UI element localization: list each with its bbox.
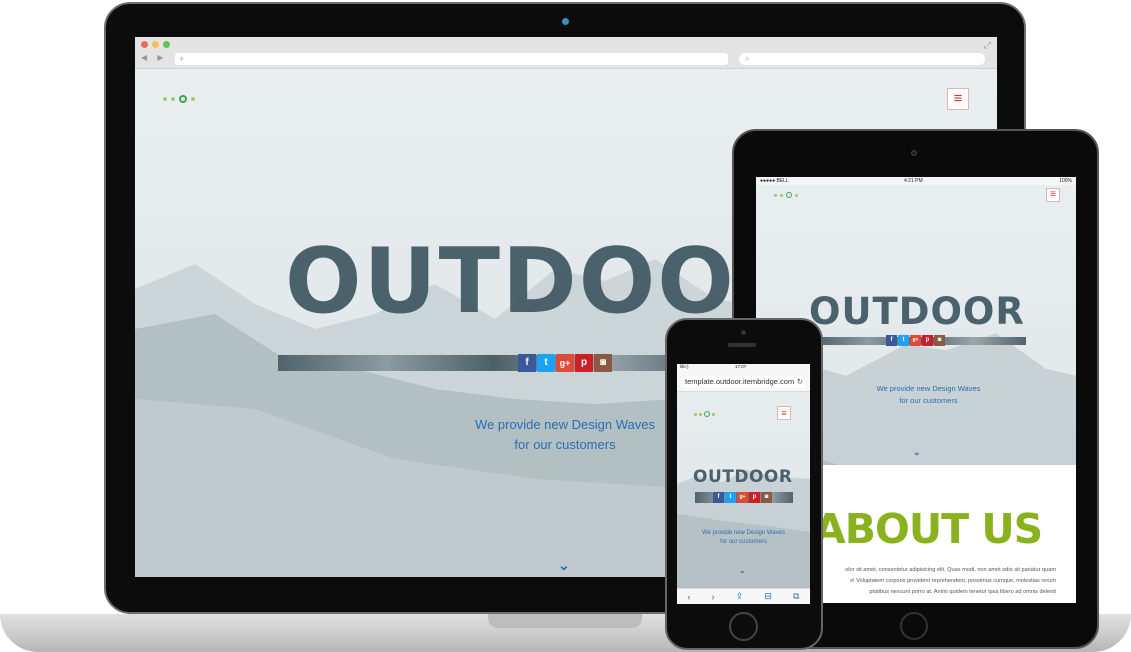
address-bar[interactable]: + (175, 53, 728, 65)
tagline-line-2: for our customers (899, 395, 958, 405)
search-icon: ⌕ (745, 54, 750, 63)
social-links: f t g+ p ◙ (713, 492, 772, 503)
carrier-label: ●●●●● BELL (760, 178, 789, 184)
bookmarks-icon[interactable]: ⊟ (764, 591, 772, 602)
phone-camera (741, 330, 746, 335)
tagline: We provide new Design Waves for our cust… (435, 415, 695, 455)
pinterest-icon[interactable]: p (749, 492, 760, 503)
phone-browser-toolbar: ‹ › ⇪ ⊟ ⧉ (677, 588, 810, 604)
google-plus-icon[interactable]: g+ (910, 335, 921, 346)
instagram-icon[interactable]: ◙ (934, 335, 945, 346)
close-window-button[interactable] (141, 41, 148, 48)
social-links: f t g+ p ◙ (518, 354, 612, 372)
menu-button[interactable]: ≡ (777, 406, 791, 420)
logo[interactable] (774, 192, 798, 198)
hero-underline-band (278, 355, 710, 371)
tagline-line-2: for our customers (720, 539, 767, 546)
tagline-line-2: for our customers (514, 437, 616, 453)
twitter-icon[interactable]: t (725, 492, 736, 503)
menu-button[interactable]: ≡ (1046, 188, 1060, 202)
facebook-icon[interactable]: f (713, 492, 724, 503)
tabs-icon[interactable]: ⧉ (793, 591, 799, 602)
tablet-status-bar: ●●●●● BELL 4:21 PM 100% (756, 177, 1076, 185)
facebook-icon[interactable]: f (518, 354, 536, 372)
url-text: template.outdoor.itembridge.com (685, 377, 795, 386)
scroll-down-icon[interactable]: ⌄ (558, 557, 570, 574)
scroll-down-icon[interactable]: ⌄ (739, 566, 746, 575)
social-links: f t g+ p ◙ (886, 335, 945, 346)
menu-button[interactable]: ≡ (947, 88, 969, 110)
instagram-icon[interactable]: ◙ (761, 492, 772, 503)
hero-title: OUTDOOR (693, 467, 793, 487)
phone-url-field[interactable]: template.outdoor.itembridge.com ↻ (681, 376, 806, 388)
tagline-line-1: We provide new Design Waves (701, 530, 786, 536)
browser-toolbar: ◀ ▶ + ⌕ ⤢ (135, 37, 997, 69)
google-plus-icon[interactable]: g+ (556, 354, 574, 372)
hero-title: OUTDOOR (285, 229, 808, 334)
google-plus-icon[interactable]: g+ (737, 492, 748, 503)
back-forward-buttons[interactable]: ◀ ▶ (141, 53, 168, 62)
tagline-line-1: We provide new Design Waves (876, 384, 981, 393)
expand-icon[interactable]: ⤢ (984, 40, 991, 51)
devices-mockup: ◀ ▶ + ⌕ ⤢ ≡ OUTDOOR f t g+ p ◙ We provid… (0, 0, 1131, 652)
logo[interactable] (163, 95, 195, 103)
twitter-icon[interactable]: t (537, 354, 555, 372)
reload-icon[interactable]: ↻ (797, 376, 803, 388)
maximize-window-button[interactable] (163, 41, 170, 48)
twitter-icon[interactable]: t (898, 335, 909, 346)
phone-screen: life:) 17:07 template.outdoor.itembridge… (677, 364, 810, 604)
phone-speaker (728, 343, 756, 347)
tablet-home-button[interactable] (900, 612, 928, 640)
minimize-window-button[interactable] (152, 41, 159, 48)
battery-label: 100% (1059, 178, 1072, 184)
instagram-icon[interactable]: ◙ (594, 354, 612, 372)
about-title: ABOUT US (814, 505, 1043, 553)
back-icon[interactable]: ‹ (688, 592, 691, 602)
pinterest-icon[interactable]: p (575, 354, 593, 372)
share-icon[interactable]: ⇪ (736, 591, 744, 602)
tagline: We provide new Design Waves for our cust… (846, 383, 1011, 406)
logo[interactable] (694, 411, 715, 417)
scroll-down-icon[interactable]: ⌄ (913, 447, 921, 458)
pinterest-icon[interactable]: p (922, 335, 933, 346)
laptop-camera (562, 18, 569, 25)
forward-icon[interactable]: › (712, 592, 715, 602)
clock-label: 4:21 PM (904, 178, 923, 184)
facebook-icon[interactable]: f (886, 335, 897, 346)
browser-search-field[interactable]: ⌕ (739, 53, 985, 65)
tagline: We provide new Design Waves for our cust… (693, 529, 794, 548)
phone-home-button[interactable] (729, 612, 758, 641)
hero-title: OUTDOOR (809, 290, 1025, 333)
tagline-line-1: We provide new Design Waves (475, 417, 655, 432)
tablet-camera (911, 150, 917, 156)
new-tab-icon[interactable]: + (179, 54, 184, 64)
laptop-hinge-notch (488, 614, 642, 628)
